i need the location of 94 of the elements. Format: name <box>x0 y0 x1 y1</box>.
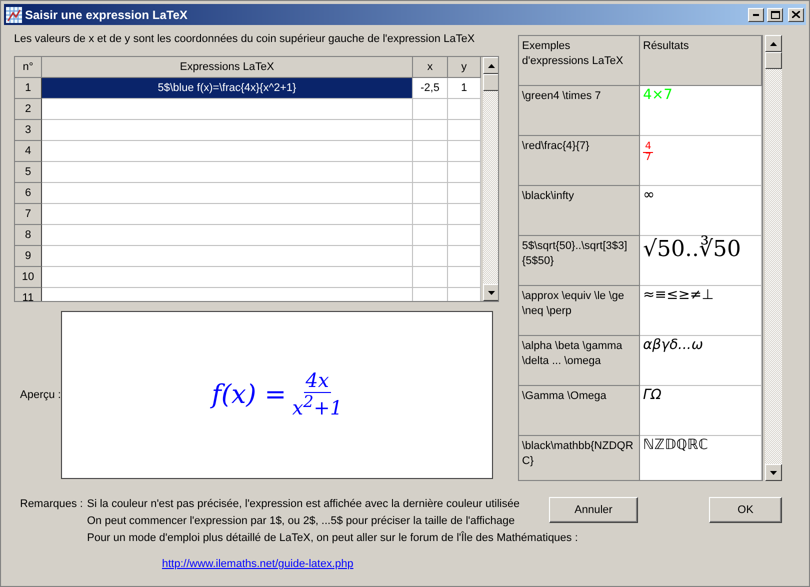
y-cell[interactable] <box>448 267 481 288</box>
ok-button[interactable]: OK <box>709 497 782 523</box>
expression-cell[interactable]: 5$\blue f(x)=\frac{4x}{x^2+1} <box>42 78 413 99</box>
scroll-thumb[interactable] <box>765 52 782 69</box>
expression-cell[interactable] <box>42 225 413 246</box>
grid-icon <box>6 6 22 22</box>
expression-cell[interactable] <box>42 99 413 120</box>
column-header: Exemples d'expressions LaTeX <box>519 36 640 86</box>
scroll-up-button[interactable] <box>765 35 782 52</box>
cancel-button[interactable]: Annuler <box>549 497 638 523</box>
example-code: \black\mathbb{NZDQRC} <box>519 436 640 480</box>
scrollbar[interactable] <box>483 57 498 301</box>
window-title: Saisir une expression LaTeX <box>25 8 189 22</box>
row-number: 9 <box>15 246 42 267</box>
example-code: \red\frac{4}{7} <box>519 136 640 186</box>
scroll-down-button[interactable] <box>765 464 782 481</box>
column-header: y <box>448 57 481 78</box>
up-arrow-icon <box>770 42 777 46</box>
example-result: ℕℤ𝔻ℚℝℂ <box>640 436 762 480</box>
down-arrow-icon <box>770 470 777 474</box>
row-number: 3 <box>15 120 42 141</box>
row-number: 1 <box>15 78 42 99</box>
example-code: \black\infty <box>519 186 640 236</box>
expression-cell[interactable] <box>42 204 413 225</box>
guide-link[interactable]: http://www.ilemaths.net/guide-latex.php <box>162 558 578 570</box>
x-cell[interactable] <box>413 120 448 141</box>
example-result: 4×7 <box>640 86 762 136</box>
example-result: √50..∛50 <box>640 236 762 286</box>
expression-cell[interactable] <box>42 246 413 267</box>
y-cell[interactable] <box>448 120 481 141</box>
y-cell[interactable] <box>448 225 481 246</box>
row-number: 5 <box>15 162 42 183</box>
x-cell[interactable] <box>413 204 448 225</box>
close-button[interactable] <box>788 8 804 22</box>
x-cell[interactable]: -2,5 <box>413 78 448 99</box>
example-result: 4 7 <box>640 136 762 186</box>
column-header: Résultats <box>640 36 762 86</box>
y-cell[interactable] <box>448 183 481 204</box>
x-cell[interactable] <box>413 246 448 267</box>
formula-lhs: f(x) = <box>212 380 286 410</box>
expression-cell[interactable] <box>42 183 413 204</box>
maximize-button[interactable] <box>767 8 783 22</box>
x-cell[interactable] <box>413 225 448 246</box>
formula-fraction: 4x x$^{2}$+1 <box>292 371 342 419</box>
scroll-thumb[interactable] <box>483 74 498 91</box>
remark-text: On peut commencer l'expression par 1$, ou 2$, ...5$ pour préciser la taille de l'affichage <box>86 514 516 528</box>
example-result: ΓΩ <box>640 386 762 436</box>
y-cell[interactable] <box>448 99 481 120</box>
expression-cell[interactable] <box>42 120 413 141</box>
row-number: 4 <box>15 141 42 162</box>
column-header: n° <box>15 57 42 78</box>
remark-text: Si la couleur n'est pas précisée, l'expression est affichée avec la dernière couleur utilisée <box>86 497 521 511</box>
example-code: 5$\sqrt{50}..\sqrt[3$3]{5$50} <box>519 236 640 286</box>
example-result: ≈≡≤≥≠⊥ <box>640 286 762 336</box>
column-header: Expressions LaTeX <box>42 57 413 78</box>
maximize-icon <box>770 10 780 18</box>
preview-label: Aperçu : <box>19 389 61 401</box>
example-result: ∞ <box>640 186 762 236</box>
scrollbar[interactable] <box>765 35 782 481</box>
row-number: 8 <box>15 225 42 246</box>
y-cell[interactable] <box>448 204 481 225</box>
example-code: \alpha \beta \gamma \delta ... \omega <box>519 336 640 386</box>
x-cell[interactable] <box>413 141 448 162</box>
x-cell[interactable] <box>413 183 448 204</box>
y-cell[interactable] <box>448 141 481 162</box>
expression-cell[interactable] <box>42 267 413 288</box>
row-number: 2 <box>15 99 42 120</box>
remark-text: Pour un mode d'emploi plus détaillé de LaTeX, on peut aller sur le forum de l'Île des Mathématiques : <box>86 531 578 545</box>
expression-cell[interactable] <box>42 141 413 162</box>
example-code: \Gamma \Omega <box>519 386 640 436</box>
x-cell[interactable] <box>413 99 448 120</box>
down-arrow-icon <box>488 290 495 294</box>
minimize-button[interactable] <box>748 8 764 22</box>
minimize-icon <box>753 14 759 16</box>
hint-text: Les valeurs de x et de y sont les coordonnées du coin supérieur gauche de l'expression LaTeX <box>14 33 476 47</box>
row-number: 7 <box>15 204 42 225</box>
scroll-up-button[interactable] <box>483 57 498 74</box>
x-cell[interactable] <box>413 267 448 288</box>
up-arrow-icon <box>488 64 495 68</box>
remarks-label: Remarques : <box>20 497 83 511</box>
row-number: 11 <box>15 288 42 301</box>
example-result: αβγδ...ω <box>640 336 762 386</box>
scroll-down-button[interactable] <box>483 284 498 301</box>
y-cell[interactable]: 1 <box>448 78 481 99</box>
y-cell[interactable] <box>448 162 481 183</box>
y-cell[interactable] <box>448 246 481 267</box>
example-code: \approx \equiv \le \ge \neq \perp <box>519 286 640 336</box>
row-number: 6 <box>15 183 42 204</box>
close-icon <box>792 11 800 18</box>
expression-cell[interactable] <box>42 162 413 183</box>
column-header: x <box>413 57 448 78</box>
row-number: 10 <box>15 267 42 288</box>
x-cell[interactable] <box>413 162 448 183</box>
example-code: \green4 \times 7 <box>519 86 640 136</box>
